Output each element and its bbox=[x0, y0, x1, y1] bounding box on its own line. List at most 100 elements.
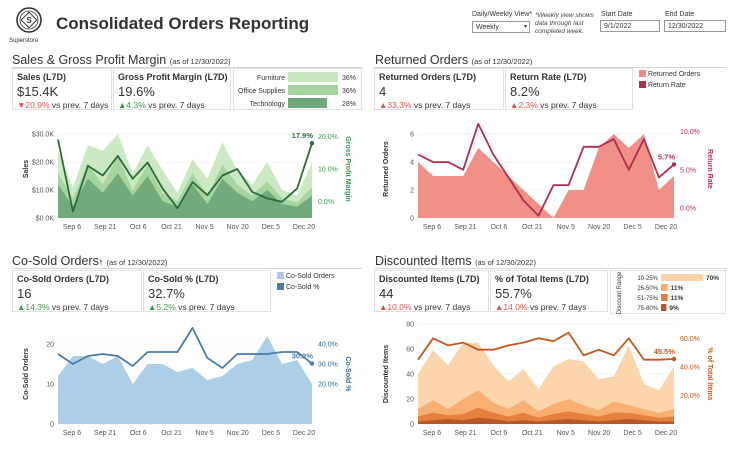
y-tick-label: 0 bbox=[410, 216, 414, 223]
y-tick-label: 20 bbox=[46, 342, 54, 349]
cosold-chart[interactable]: 0 10 20 20.0% 30.0% 40.0% Sep 6 Sep 21 Oct 6 Oct … bbox=[12, 314, 362, 448]
y-tick-label: 20 bbox=[406, 397, 414, 404]
divider bbox=[12, 268, 362, 269]
range-pct: 11% bbox=[671, 295, 684, 302]
x-tick-label: Sep 21 bbox=[454, 224, 476, 231]
range-label: 75-80% bbox=[637, 306, 658, 312]
kpi-value: 8.2% bbox=[510, 84, 540, 99]
sales-asof: (as of 12/30/2022) bbox=[169, 57, 231, 66]
discount-range-bars[interactable]: Discount Range 10-25% 70% 26-50% 11% 51-75% 11… bbox=[611, 271, 727, 315]
kpi-delta: ▲14.3% vs prev. 7 days bbox=[17, 302, 108, 312]
start-date-value: 9/1/2022 bbox=[604, 23, 632, 30]
returns-legend: Returned Orders Return Rate bbox=[639, 70, 700, 89]
category-bar bbox=[288, 98, 327, 108]
x-tick-label: Oct 21 bbox=[522, 224, 543, 231]
sales-chart[interactable]: $0.0K $10.0K $20.0K $30.0K 0.0% 10.0% 20.0% Sep… bbox=[12, 112, 362, 244]
kpi-delta-suffix: vs prev. 7 days bbox=[49, 302, 109, 312]
category-pct: 36% bbox=[342, 88, 356, 95]
kpi-delta-pct: 4.3% bbox=[126, 100, 146, 110]
end-point-marker bbox=[671, 162, 677, 167]
x-tick-label: Oct 6 bbox=[130, 224, 147, 231]
chevron-down-icon: ▾ bbox=[523, 24, 527, 30]
range-label: 51-75% bbox=[637, 296, 658, 302]
kpi-delta: ▲14.0% vs prev. 7 days bbox=[495, 302, 586, 312]
view-label: Daily/Weekly View* bbox=[472, 11, 533, 18]
kpi-label: Sales (L7D) bbox=[17, 72, 67, 82]
y-tick-label: 4 bbox=[410, 160, 414, 167]
category-bar bbox=[288, 72, 338, 82]
end-value-label: 17.9% bbox=[292, 131, 314, 140]
x-tick-label: Sep 6 bbox=[63, 430, 81, 437]
cosold-pct-kpi-card: Co-Sold % (L7D) 32.7% ▲5.2% vs prev. 7 d… bbox=[143, 270, 271, 312]
returns-section-title: Returned Orders (as of 12/30/2022) bbox=[375, 53, 532, 67]
end-date-label: End Date bbox=[665, 11, 695, 18]
x-tick-label: Nov 20 bbox=[227, 430, 249, 437]
x-tick-label: Nov 5 bbox=[195, 430, 213, 437]
kpi-delta-suffix: vs prev. 7 days bbox=[145, 100, 205, 110]
sales-kpi-card: Sales (L7D) $15.4K ▼20.9% vs prev. 7 day… bbox=[12, 68, 112, 110]
y2-tick-label: 10.0% bbox=[680, 129, 700, 136]
range-axis-title: Discount Range bbox=[617, 271, 623, 314]
category-bar bbox=[288, 85, 338, 95]
category-pct: 28% bbox=[342, 101, 356, 108]
y2-tick-label: 0.0% bbox=[680, 206, 696, 213]
y-tick-label: 80 bbox=[406, 322, 414, 329]
returned-kpi-card: Returned Orders (L7D) 4 ▲33.3% vs prev. … bbox=[374, 68, 504, 110]
category-label: Technology bbox=[250, 101, 286, 108]
kpi-delta: ▲33.3% vs prev. 7 days bbox=[379, 100, 470, 110]
kpi-delta: ▲5.2% vs prev. 7 days bbox=[148, 302, 235, 312]
kpi-delta: ▲10.0% vs prev. 7 days bbox=[379, 302, 470, 312]
range-label: 10-25% bbox=[637, 276, 658, 282]
kpi-value: 32.7% bbox=[148, 286, 185, 301]
range-pct: 11% bbox=[671, 285, 684, 292]
kpi-delta-suffix: vs prev. 7 days bbox=[537, 100, 597, 110]
kpi-delta-suffix: vs prev. 7 days bbox=[411, 302, 471, 312]
view-select[interactable]: Weekly ▾ bbox=[472, 21, 530, 33]
end-date-input[interactable]: 12/30/2022 bbox=[664, 20, 726, 32]
y-tick-label: $0.0K bbox=[36, 216, 55, 223]
kpi-delta-pct: 2.3% bbox=[518, 100, 538, 110]
discount-section-title: Discounted Items (as of 12/30/2022) bbox=[375, 254, 536, 268]
kpi-value: 16 bbox=[17, 286, 32, 301]
legend-item[interactable]: Return Rate bbox=[639, 81, 700, 89]
x-tick-label: Dec 5 bbox=[623, 430, 641, 437]
discount-chart[interactable]: 0 20 40 60 80 20.0% 40.0% 60.0% Sep 6 Sep 21 Oct 6… bbox=[374, 316, 726, 450]
x-tick-label: Oct 21 bbox=[161, 224, 182, 231]
category-label: Office Supplies bbox=[238, 88, 285, 95]
y-tick-label: 60 bbox=[406, 347, 414, 354]
return-rate-kpi-card: Return Rate (L7D) 8.2% ▲2.3% vs prev. 7 … bbox=[505, 68, 633, 110]
x-tick-label: Sep 21 bbox=[94, 430, 116, 437]
returns-chart[interactable]: 0 2 4 6 0.0% 5.0% 10.0% Sep 6 Sep 21 Oct 6 Oct 21 N… bbox=[374, 112, 726, 244]
legend-label: Return Rate bbox=[647, 82, 686, 89]
y2-tick-label: 30.0% bbox=[318, 362, 338, 369]
y2-axis-title: Return Rate bbox=[706, 149, 713, 189]
kpi-delta-pct: 5.2% bbox=[156, 302, 176, 312]
weekly-note: *Weekly view shows data through last com… bbox=[535, 12, 594, 35]
cosold-asof: (as of 12/30/2022) bbox=[106, 258, 168, 267]
legend-item[interactable]: Co-Sold Orders bbox=[277, 272, 335, 280]
x-tick-label: Oct 6 bbox=[490, 430, 507, 437]
y-axis-title: Co-Sold Orders bbox=[23, 348, 30, 400]
legend-item[interactable]: Co-Sold % bbox=[277, 283, 335, 291]
y-axis-title: Discounted Items bbox=[383, 345, 390, 403]
kpi-label: % of Total Items (L7D) bbox=[495, 274, 589, 284]
category-bars[interactable]: Furniture 36% Office Supplies 36% Technology… bbox=[234, 69, 363, 111]
y2-tick-label: 40.0% bbox=[318, 342, 338, 349]
end-point-marker bbox=[309, 140, 315, 146]
cosold-section-title: Co-Sold Orders† (as of 12/30/2022) bbox=[12, 254, 167, 268]
kpi-delta-suffix: vs prev. 7 days bbox=[411, 100, 471, 110]
cosold-kpi-card: Co-Sold Orders (L7D) 16 ▲14.3% vs prev. … bbox=[12, 270, 142, 312]
range-bar bbox=[661, 294, 668, 301]
legend-item[interactable]: Returned Orders bbox=[639, 70, 700, 78]
start-date-input[interactable]: 9/1/2022 bbox=[600, 20, 660, 32]
area-series bbox=[418, 134, 674, 218]
category-pct: 36% bbox=[342, 75, 356, 82]
y-tick-label: $30.0K bbox=[32, 132, 55, 139]
x-tick-label: Dec 20 bbox=[655, 224, 677, 231]
cosold-title-text: Co-Sold Orders bbox=[12, 254, 99, 268]
y-tick-label: 6 bbox=[410, 132, 414, 139]
area-series bbox=[58, 336, 312, 424]
legend-swatch bbox=[639, 81, 646, 88]
end-value-label: 5.7% bbox=[658, 152, 675, 161]
y2-tick-label: 0.0% bbox=[318, 199, 334, 206]
